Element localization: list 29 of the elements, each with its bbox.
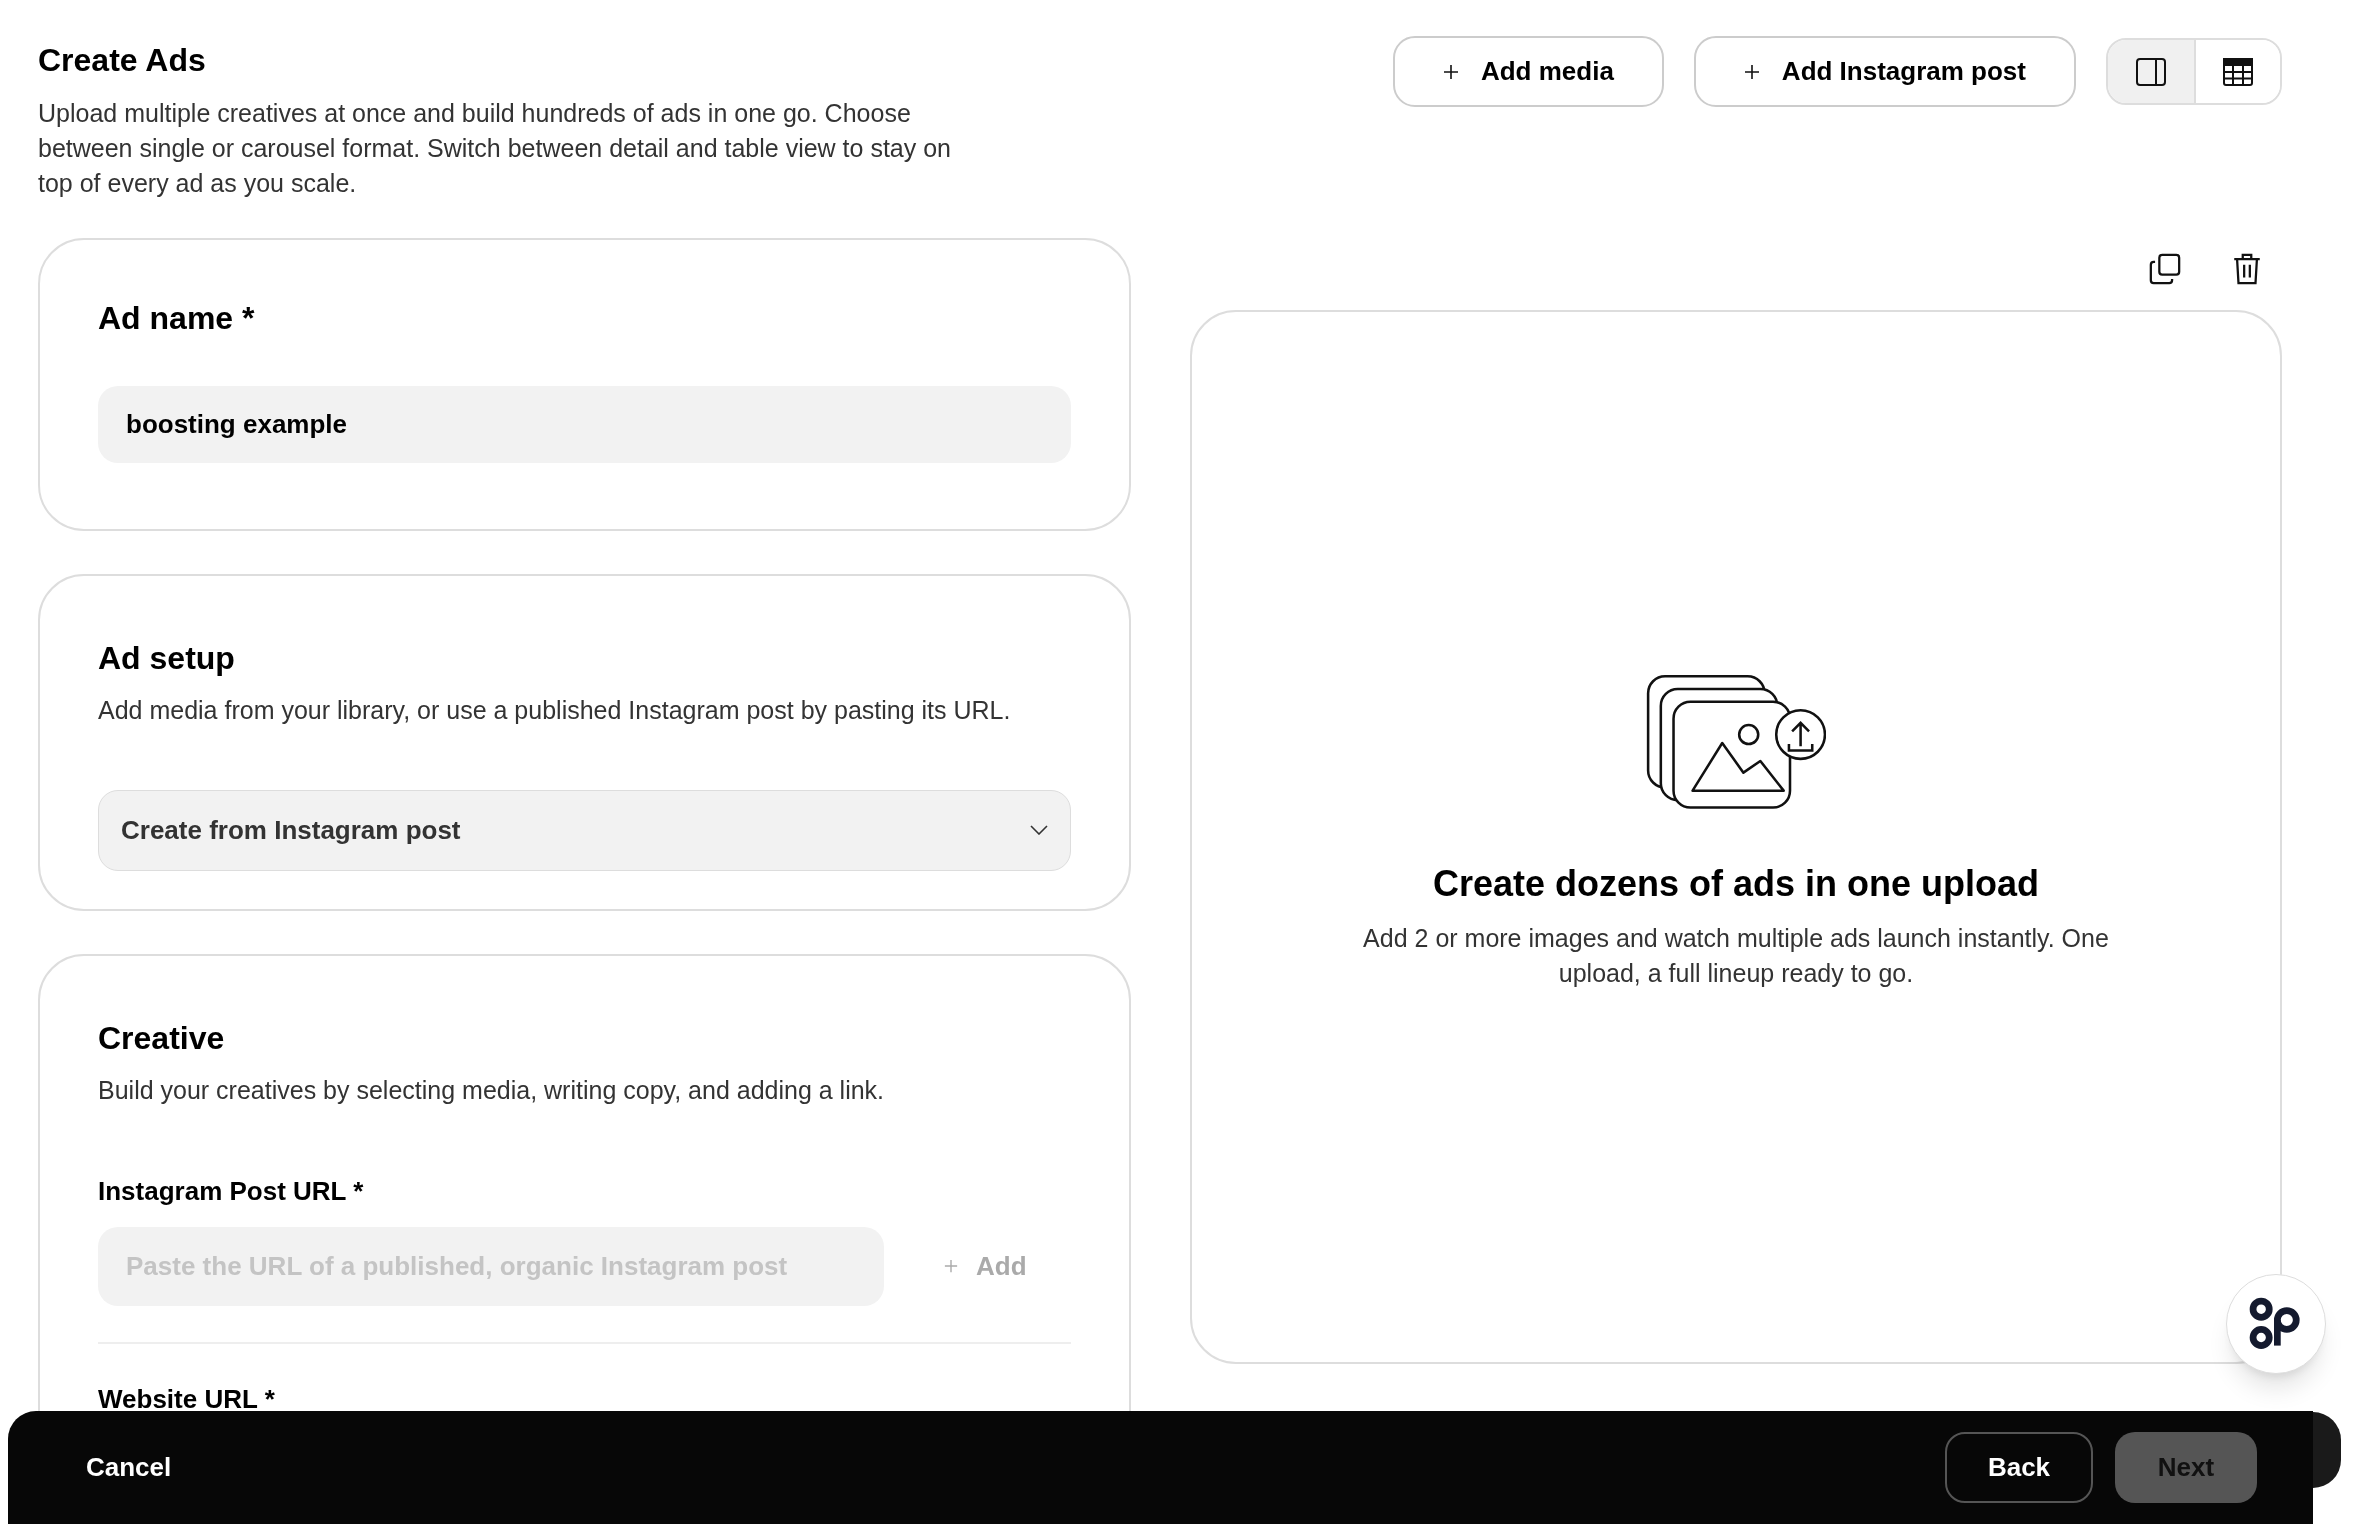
back-button[interactable]: Back	[1945, 1432, 2093, 1503]
copy-icon[interactable]	[2148, 252, 2182, 286]
cancel-button[interactable]: Cancel	[78, 1438, 180, 1497]
logo-icon	[2249, 1297, 2303, 1351]
page-title: Create Ads	[38, 41, 207, 80]
trash-icon[interactable]	[2232, 252, 2262, 286]
field-label: Instagram Post URL *	[98, 1174, 365, 1208]
field-label: Website URL *	[98, 1382, 276, 1416]
plus-icon	[1442, 63, 1459, 80]
table-icon	[2223, 57, 2253, 86]
section-description: Add media from your library, or use a published Instagram post by pasting its URL.	[98, 695, 1012, 726]
select-dropdown[interactable]: Create from Instagram post	[98, 789, 1071, 871]
section-title: Creative	[98, 1019, 226, 1058]
add-button[interactable]: Add Instagram post	[1693, 36, 2076, 107]
page-description: Upload multiple creatives at once and build hundreds of ads in one go. Choose between single or carousel format. Switch between detail and table view to stay on top of every ad as you scale.	[38, 98, 952, 199]
round-button[interactable]	[2313, 1412, 2341, 1488]
section-description: Build your creatives by selecting media, writing copy, and adding a link.	[98, 1075, 886, 1106]
input-field[interactable]: boosting example	[98, 386, 1071, 463]
view-tab[interactable]	[2108, 40, 2194, 103]
upload-title: Create dozens of ads in one upload	[1432, 862, 2040, 906]
add-button[interactable]: Add media	[1392, 36, 1664, 107]
section-title: Ad name *	[98, 299, 256, 338]
plus-icon	[1743, 63, 1760, 80]
plus-icon	[944, 1259, 958, 1273]
panel-icon	[2136, 57, 2166, 86]
section-title: Ad setup	[98, 639, 236, 678]
chevron-down-icon	[1030, 825, 1048, 835]
upload-description: Add 2 or more images and watch multiple ads launch instantly. One upload, a full lineup ready to go.	[1362, 923, 2110, 989]
view-tab[interactable]	[2194, 40, 2280, 103]
